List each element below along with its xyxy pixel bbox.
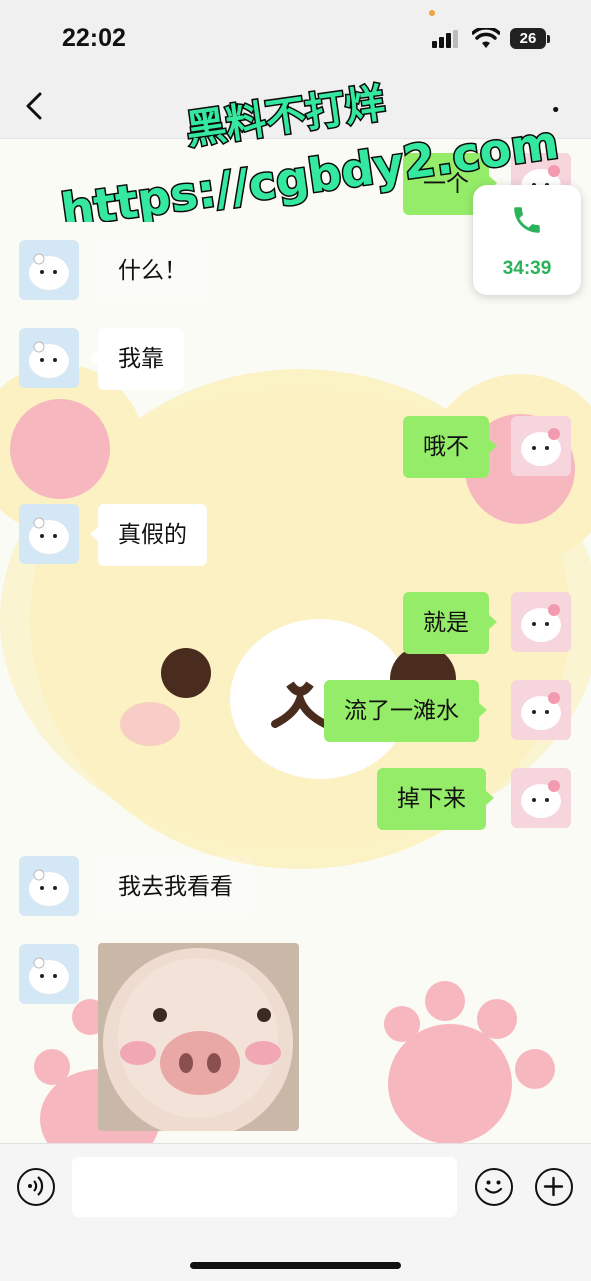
cellular-signal-icon bbox=[432, 30, 462, 48]
privacy-indicator-dot bbox=[429, 10, 435, 16]
message-bubble-outgoing[interactable]: 掉下来 bbox=[377, 768, 494, 830]
contact-avatar[interactable] bbox=[19, 328, 79, 388]
pig-sticker-image[interactable] bbox=[98, 943, 299, 1131]
voice-input-button[interactable] bbox=[17, 1168, 55, 1206]
wifi-icon bbox=[472, 28, 500, 48]
status-time: 22:02 bbox=[62, 24, 126, 52]
message-bubble-incoming[interactable]: 我靠 bbox=[90, 328, 184, 390]
message-bubble-outgoing[interactable]: 流了一滩水 bbox=[324, 680, 487, 742]
my-avatar[interactable] bbox=[511, 768, 571, 828]
message-bubble-incoming[interactable]: 我去我看看 bbox=[98, 856, 253, 918]
message-bubble-incoming[interactable]: 真假的 bbox=[90, 504, 207, 566]
message-input-bar bbox=[0, 1143, 591, 1281]
battery-level: 26 bbox=[510, 28, 546, 49]
contact-avatar[interactable] bbox=[19, 856, 79, 916]
home-indicator bbox=[190, 1262, 401, 1269]
message-bubble-incoming[interactable]: 什么！ bbox=[98, 240, 207, 302]
message-bubble-outgoing[interactable]: 就是 bbox=[403, 592, 497, 654]
my-avatar[interactable] bbox=[511, 680, 571, 740]
chat-header: • bbox=[0, 78, 591, 139]
voice-icon bbox=[28, 1176, 44, 1196]
contact-avatar[interactable] bbox=[19, 240, 79, 300]
my-avatar[interactable] bbox=[511, 592, 571, 652]
battery-icon bbox=[547, 35, 550, 43]
message-input[interactable] bbox=[72, 1157, 457, 1217]
more-options-icon[interactable]: • bbox=[550, 100, 561, 121]
message-bubble-outgoing[interactable]: 哦不 bbox=[403, 416, 497, 478]
phone-icon bbox=[514, 207, 540, 233]
ongoing-call-floating-window[interactable]: 34:39 bbox=[473, 185, 581, 295]
smiley-icon bbox=[484, 1180, 503, 1194]
back-chevron-icon[interactable] bbox=[22, 90, 48, 122]
more-actions-button[interactable] bbox=[535, 1168, 573, 1206]
plus-icon bbox=[543, 1176, 564, 1197]
emoji-button[interactable] bbox=[475, 1168, 513, 1206]
call-duration: 34:39 bbox=[502, 258, 552, 279]
contact-avatar[interactable] bbox=[19, 944, 79, 1004]
status-bar: 22:02 26 bbox=[0, 0, 591, 78]
contact-avatar[interactable] bbox=[19, 504, 79, 564]
my-avatar[interactable] bbox=[511, 416, 571, 476]
